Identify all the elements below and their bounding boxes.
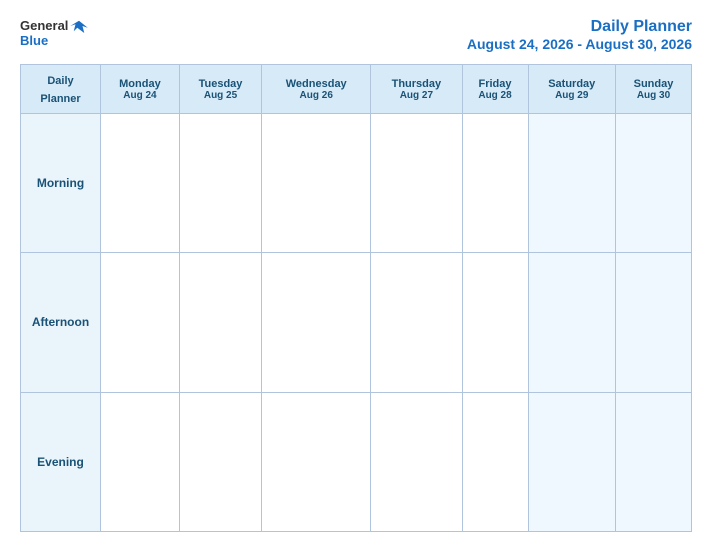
morning-tuesday[interactable] — [179, 114, 261, 253]
page: General Blue Daily Planner August 24, 20… — [0, 0, 712, 550]
morning-thursday[interactable] — [371, 114, 462, 253]
evening-label: Evening — [21, 392, 101, 531]
planner-title: Daily Planner — [467, 18, 692, 36]
evening-row: Evening — [21, 392, 692, 531]
col-sunday: Sunday Aug 30 — [615, 65, 691, 114]
morning-sunday[interactable] — [615, 114, 691, 253]
evening-thursday[interactable] — [371, 392, 462, 531]
col-thursday: Thursday Aug 27 — [371, 65, 462, 114]
col-wednesday: Wednesday Aug 26 — [262, 65, 371, 114]
logo-text: General — [20, 18, 88, 33]
evening-wednesday[interactable] — [262, 392, 371, 531]
planner-date-range: August 24, 2026 - August 30, 2026 — [467, 36, 692, 52]
col-saturday: Saturday Aug 29 — [528, 65, 615, 114]
header-row: Daily Planner Monday Aug 24 Tuesday Aug … — [21, 65, 692, 114]
afternoon-monday[interactable] — [101, 253, 180, 392]
morning-saturday[interactable] — [528, 114, 615, 253]
col-tuesday: Tuesday Aug 25 — [179, 65, 261, 114]
logo-area: General Blue — [20, 18, 88, 48]
morning-row: Morning — [21, 114, 692, 253]
calendar-table: Daily Planner Monday Aug 24 Tuesday Aug … — [20, 64, 692, 532]
logo-blue-text: Blue — [20, 33, 48, 48]
afternoon-row: Afternoon — [21, 253, 692, 392]
morning-friday[interactable] — [462, 114, 528, 253]
afternoon-sunday[interactable] — [615, 253, 691, 392]
evening-sunday[interactable] — [615, 392, 691, 531]
evening-monday[interactable] — [101, 392, 180, 531]
label-header: Daily Planner — [21, 65, 101, 114]
afternoon-saturday[interactable] — [528, 253, 615, 392]
evening-tuesday[interactable] — [179, 392, 261, 531]
evening-friday[interactable] — [462, 392, 528, 531]
header: General Blue Daily Planner August 24, 20… — [20, 18, 692, 52]
logo-bird-icon — [70, 19, 88, 33]
afternoon-tuesday[interactable] — [179, 253, 261, 392]
morning-wednesday[interactable] — [262, 114, 371, 253]
logo-general-text: General — [20, 18, 68, 33]
morning-monday[interactable] — [101, 114, 180, 253]
afternoon-wednesday[interactable] — [262, 253, 371, 392]
evening-saturday[interactable] — [528, 392, 615, 531]
afternoon-label: Afternoon — [21, 253, 101, 392]
title-area: Daily Planner August 24, 2026 - August 3… — [467, 18, 692, 52]
afternoon-friday[interactable] — [462, 253, 528, 392]
morning-label: Morning — [21, 114, 101, 253]
afternoon-thursday[interactable] — [371, 253, 462, 392]
col-friday: Friday Aug 28 — [462, 65, 528, 114]
col-monday: Monday Aug 24 — [101, 65, 180, 114]
